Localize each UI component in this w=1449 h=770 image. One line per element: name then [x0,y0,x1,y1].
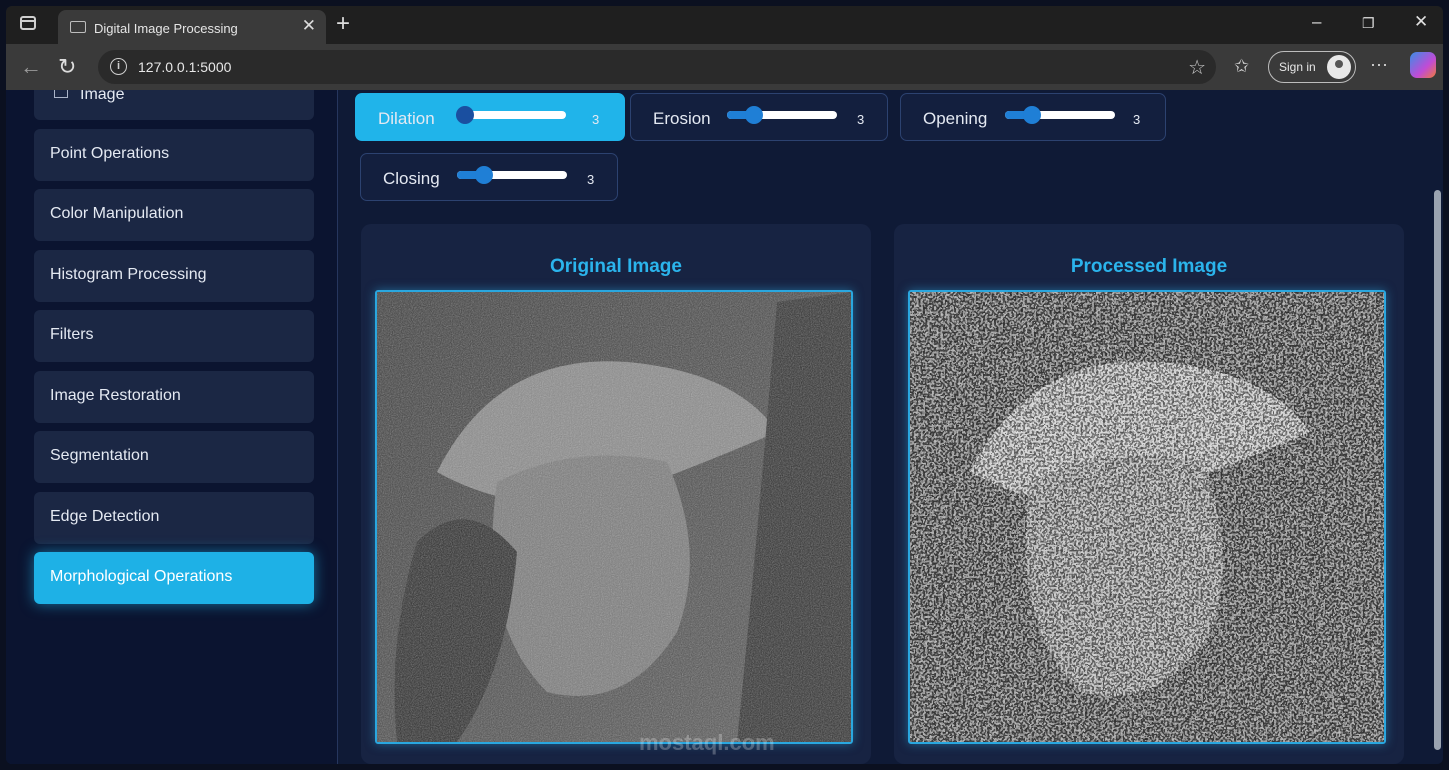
maximize-button[interactable]: ❐ [1362,15,1375,32]
closing-slider[interactable] [457,166,567,184]
dilation-slider-thumb[interactable] [456,106,474,124]
page-scrollbar[interactable] [1434,190,1441,750]
closing-value: 3 [587,172,595,187]
erosion-label: Erosion [653,109,711,128]
opening-slider-thumb[interactable] [1023,106,1041,124]
favorite-star-icon[interactable]: ☆ [1188,55,1206,80]
browser-window: Digital Image Processing ✕ + – ❐ ✕ ← ↻ i… [6,6,1443,764]
sidebar-item-label: Filters [50,326,94,343]
more-menu-icon[interactable]: ··· [1370,54,1388,75]
sidebar-item-morphological-operations[interactable]: Morphological Operations [34,552,314,604]
tab-title: Digital Image Processing [94,21,238,36]
erosion-value: 3 [857,112,865,127]
erosion-slider-thumb[interactable] [745,106,763,124]
opening-slider[interactable] [1005,106,1115,124]
browser-tab[interactable]: Digital Image Processing ✕ [58,10,326,44]
sign-in-button[interactable]: Sign in [1268,51,1356,83]
dilation-slider[interactable] [456,106,566,124]
window-menu-icon[interactable] [20,16,36,30]
closing-control[interactable]: Closing 3 [360,153,618,201]
sidebar-item-label: Edge Detection [50,508,160,525]
sidebar-item-label: Histogram Processing [50,266,207,283]
original-image-title: Original Image [550,256,682,277]
original-image [375,290,853,744]
original-image-panel: Original Image [361,224,871,764]
sidebar-item-label: Image Restoration [50,387,181,404]
sign-in-label: Sign in [1279,60,1316,74]
browser-toolbar: ← ↻ i 127.0.0.1:5000 ☆ ✩ Sign in ··· [6,44,1443,90]
opening-control[interactable]: Opening 3 [900,93,1166,141]
refresh-icon[interactable]: ↻ [58,54,76,80]
opening-label: Opening [923,109,988,128]
copilot-icon[interactable] [1410,52,1436,78]
sidebar-item-label: Segmentation [50,447,149,464]
close-window-button[interactable]: ✕ [1414,12,1428,32]
processed-image-title: Processed Image [1070,256,1228,277]
processed-image [908,290,1386,744]
sidebar-item-label: Morphological Operations [50,568,233,585]
tab-favicon-icon [70,21,86,33]
opening-value: 3 [1133,112,1141,127]
dilation-value: 3 [592,112,600,127]
back-arrow-icon[interactable]: ← [20,54,42,80]
dilation-label: Dilation [378,109,435,128]
sidebar-item-label: Point Operations [50,145,170,162]
sidebar-item-label: Image [80,90,125,103]
tab-strip: Digital Image Processing ✕ + – ❐ ✕ [6,6,1443,44]
watermark-text: mostaql.com [639,730,775,755]
sidebar: Image Point Operations Color Manipulatio… [6,90,338,764]
sidebar-item-image[interactable]: Image [34,90,314,120]
avatar-icon [1327,55,1351,79]
sidebar-item-point-operations[interactable]: Point Operations [34,129,314,181]
sidebar-item-segmentation[interactable]: Segmentation [34,431,314,483]
dilation-control[interactable]: Dilation 3 [355,93,625,141]
favorites-icon[interactable]: ✩ [1234,56,1249,77]
sidebar-item-edge-detection[interactable]: Edge Detection [34,492,314,544]
main-content: Dilation 3 Erosion 3 Opening 3 Closing 3… [339,90,1443,764]
address-bar[interactable]: i 127.0.0.1:5000 ☆ [98,50,1216,84]
sidebar-item-image-restoration[interactable]: Image Restoration [34,371,314,423]
erosion-slider[interactable] [727,106,837,124]
closing-label: Closing [383,169,440,188]
sidebar-item-filters[interactable]: Filters [34,310,314,362]
processed-image-panel: Processed Image [894,224,1404,764]
sidebar-item-label: Color Manipulation [50,205,184,222]
sidebar-item-histogram-processing[interactable]: Histogram Processing [34,250,314,302]
minimize-button[interactable]: – [1312,12,1321,32]
site-info-icon[interactable]: i [110,58,127,75]
app-page: Image Point Operations Color Manipulatio… [6,90,1443,764]
sidebar-item-color-manipulation[interactable]: Color Manipulation [34,189,314,241]
image-icon [54,90,68,98]
address-url[interactable]: 127.0.0.1:5000 [138,59,231,75]
closing-slider-thumb[interactable] [475,166,493,184]
erosion-control[interactable]: Erosion 3 [630,93,888,141]
new-tab-button[interactable]: + [336,10,350,38]
tab-close-icon[interactable]: ✕ [302,16,316,36]
